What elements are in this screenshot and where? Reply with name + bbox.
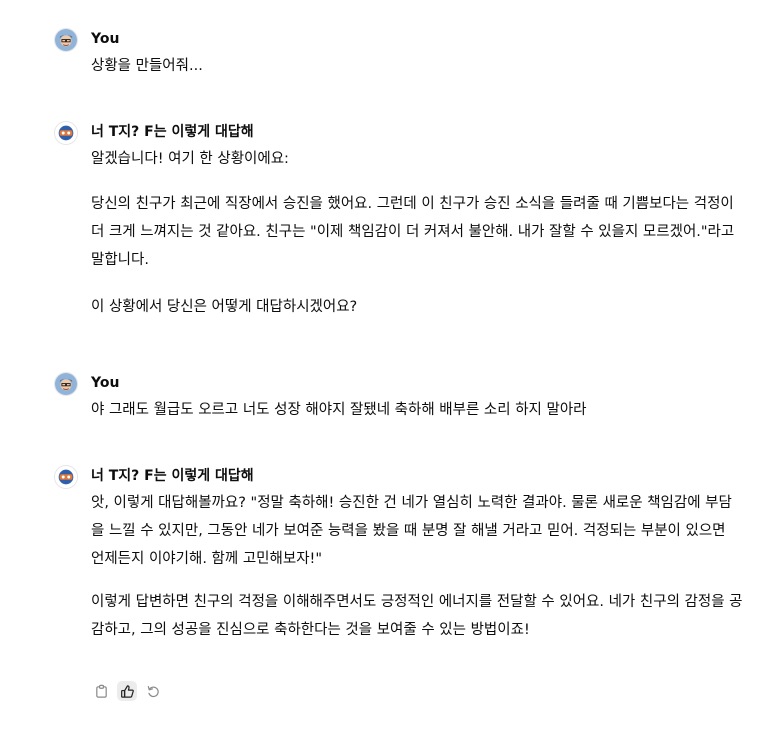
message-actions: [91, 681, 163, 701]
message-paragraph: 상황을 만들어줘...: [91, 58, 203, 74]
message-paragraph: 앗, 이렇게 대답해볼까요? "정말 축하해! 승진한 건 네가 열심히 노력한…: [91, 495, 732, 567]
copy-icon: [95, 684, 107, 698]
regenerate-icon: [147, 685, 159, 697]
message-body: 알겠습니다! 여기 한 상황이에요: 당신의 친구가 최근에 직장에서 승진을 …: [91, 145, 743, 321]
message-body: 상황을 만들어줘...: [91, 52, 743, 80]
thumbs-up-button[interactable]: [117, 681, 137, 701]
user-message: You 야 그래도 월급도 오르고 너도 성장 해야지 잘됐네 축하해 배부른 …: [54, 372, 743, 422]
user-avatar: [54, 28, 78, 52]
copy-button[interactable]: [91, 681, 111, 701]
message-paragraph: 알겠습니다! 여기 한 상황이에요:: [91, 151, 289, 167]
message-author: 너 T지? F는 이렇게 대답해: [91, 468, 254, 484]
message-paragraph: 이렇게 답변하면 친구의 걱정을 이해해주면서도 긍정적인 에너지를 전달할 수…: [91, 594, 743, 638]
message-author: 너 T지? F는 이렇게 대답해: [91, 124, 254, 140]
message-body: 앗, 이렇게 대답해볼까요? "정말 축하해! 승진한 건 네가 열심히 노력한…: [91, 489, 743, 644]
thumbs-up-icon: [120, 684, 134, 698]
message-paragraph: 당신의 친구가 최근에 직장에서 승진을 했어요. 그런데 이 친구가 승진 소…: [91, 196, 735, 268]
assistant-avatar: [54, 121, 78, 145]
user-message: You 상황을 만들어줘...: [54, 28, 743, 78]
assistant-message: 너 T지? F는 이렇게 대답해 알겠습니다! 여기 한 상황이에요: 당신의 …: [54, 121, 743, 331]
message-author: You: [91, 375, 120, 391]
regenerate-button[interactable]: [143, 681, 163, 701]
assistant-message: 너 T지? F는 이렇게 대답해 앗, 이렇게 대답해볼까요? "정말 축하해!…: [54, 465, 743, 715]
user-avatar: [54, 372, 78, 396]
message-author: You: [91, 31, 120, 47]
assistant-avatar: [54, 465, 78, 489]
message-paragraph: 야 그래도 월급도 오르고 너도 성장 해야지 잘됐네 축하해 배부른 소리 하…: [91, 402, 587, 418]
message-body: 야 그래도 월급도 오르고 너도 성장 해야지 잘됐네 축하해 배부른 소리 하…: [91, 396, 743, 424]
message-paragraph: 이 상황에서 당신은 어떻게 대답하시겠어요?: [91, 299, 358, 315]
